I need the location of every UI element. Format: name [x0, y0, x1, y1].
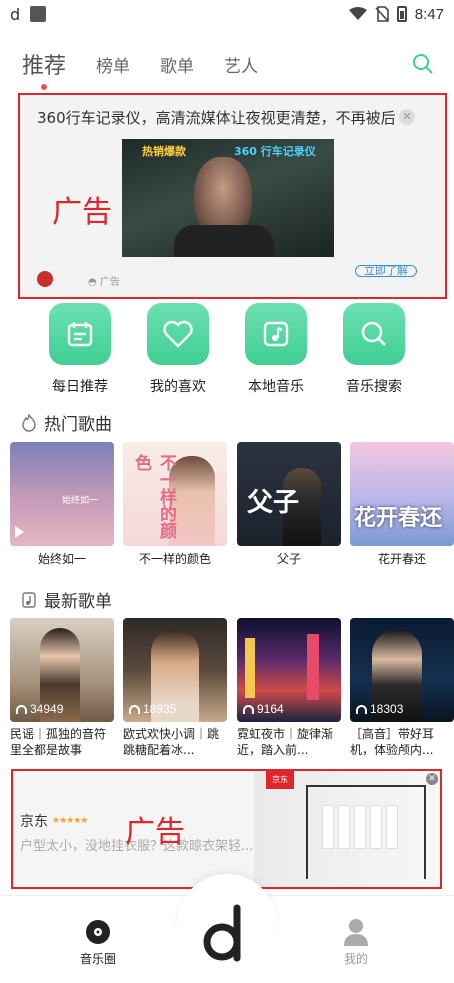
clock: 8:47 [414, 5, 444, 23]
hot-songs-title: 热门歌曲 [44, 415, 112, 435]
ad-brand: 京东 ★★★★★ [20, 814, 88, 830]
song-cover-title: 不一样的颜色 [131, 454, 176, 539]
no-sim-icon [375, 6, 389, 22]
song-name: 始终如一 [37, 552, 86, 566]
playlist-card[interactable]: 18935 欧式欢快小调｜跳跳糖配着冰... [123, 618, 227, 758]
headphones-icon [16, 704, 27, 714]
headphones-icon [243, 704, 254, 714]
calendar-icon [67, 322, 93, 347]
ad-person-body [174, 225, 274, 257]
new-playlists-heading: 最新歌单 [20, 587, 112, 612]
app-logo-play-button[interactable] [200, 904, 254, 962]
ad-cta-button[interactable]: 立即了解 [355, 265, 417, 277]
close-icon[interactable]: ✕ [426, 773, 438, 785]
search-icon [361, 321, 386, 346]
bottom-nav: 音乐圈 我的 [0, 874, 454, 983]
neon-sign [307, 634, 319, 700]
playlist-name: 欧式欢快小调｜跳跳糖配着冰... [123, 727, 220, 757]
ad-source-label: ◓ 广告 [88, 277, 120, 288]
play-count: 18303 [356, 702, 403, 716]
song-cover-title: 父子 [247, 488, 300, 518]
app-notification-icon: d [10, 4, 21, 24]
battery-icon [396, 6, 407, 22]
song-name: 不一样的颜色 [138, 552, 211, 566]
ad-video-thumbnail[interactable]: 热销爆款 360 行车记录仪 [122, 139, 334, 257]
ad-hot-tag: 热销爆款 [142, 145, 186, 158]
hot-songs-heading: 热门歌曲 [20, 410, 112, 435]
song-cover: 花开春还 [350, 442, 454, 546]
notification-square-icon [30, 6, 47, 22]
play-count: 34949 [16, 702, 63, 716]
nav-me-label: 我的 [343, 952, 368, 966]
playlist-icon [22, 591, 36, 608]
ad-banner-top[interactable]: 360行车记录仪，高清流媒体让夜视更清楚，不再被后 ✕ 热销爆款 360 行车记… [18, 93, 447, 299]
top-tab-bar: 推荐 榜单 歌单 艺人 [22, 44, 434, 90]
ad-product-image: 京东 ✕ [254, 771, 440, 887]
new-playlists-title: 最新歌单 [44, 592, 112, 612]
vinyl-record-icon [86, 920, 110, 944]
nav-music-circle[interactable]: 音乐圈 [58, 918, 138, 967]
close-icon[interactable]: ✕ [399, 109, 415, 125]
tab-recommend[interactable]: 推荐 [22, 48, 66, 90]
song-name: 花开春还 [377, 552, 426, 566]
playlist-cover: 9164 [237, 618, 341, 722]
nav-music-circle-label: 音乐圈 [79, 952, 116, 966]
song-card[interactable]: 父子 父子 [237, 442, 341, 567]
user-profile-icon [344, 919, 368, 946]
ad-marker-label: 广告 [125, 815, 185, 850]
play-icon[interactable] [15, 526, 24, 538]
music-note-icon [263, 321, 289, 347]
ad-banner-bottom[interactable]: 京东 ★★★★★ 户型太小，没地挂衣服？这款晾衣架轻... 广告 京东 ✕ [11, 769, 442, 889]
advertiser-logo [37, 271, 53, 287]
ad-product-tag: 360 行车记录仪 [234, 145, 316, 158]
heart-icon [163, 320, 193, 348]
quick-actions: 每日推荐 我的喜欢 本地音乐 音乐搜索 [0, 303, 454, 398]
music-search-label: 音乐搜索 [346, 379, 402, 395]
song-card[interactable]: 始终如一 始终如一 [10, 442, 114, 567]
wifi-icon [348, 7, 367, 20]
active-tab-dot [41, 84, 47, 90]
song-cover-title: 始终如一 [61, 496, 98, 506]
search-icon[interactable] [412, 53, 434, 75]
jd-badge: 京东 [266, 771, 294, 789]
hot-flame-icon [22, 413, 36, 432]
nav-me[interactable]: 我的 [316, 918, 396, 967]
rating-stars: ★★★★★ [52, 816, 88, 826]
song-card[interactable]: 不一样的颜色 不一样的颜色 [123, 442, 227, 567]
song-cover: 不一样的颜色 [123, 442, 227, 546]
my-favorites-button[interactable]: 我的喜欢 [133, 303, 223, 396]
tab-playlists[interactable]: 歌单 [160, 52, 194, 77]
song-cover-title: 花开春还 [354, 506, 443, 531]
tab-artists[interactable]: 艺人 [224, 52, 258, 77]
headphones-icon [356, 704, 367, 714]
my-favorites-label: 我的喜欢 [150, 379, 206, 395]
ad-marker-label: 广告 [52, 195, 112, 230]
playlist-card[interactable]: 9164 霓虹夜市｜旋律渐近，踏入前... [237, 618, 341, 758]
ad-headline: 360行车记录仪，高清流媒体让夜视更清楚，不再被后 [37, 109, 396, 127]
daily-recommend-label: 每日推荐 [52, 379, 108, 395]
playlist-card[interactable]: 18303 ［高音］带好耳机，体验颅内... [350, 618, 454, 758]
play-count: 18935 [129, 702, 176, 716]
song-card[interactable]: 花开春还 花开春还 [350, 442, 454, 567]
neon-sign [245, 638, 255, 698]
playlist-card[interactable]: 34949 民谣｜孤独的音符里全都是故事 [10, 618, 114, 758]
local-music-label: 本地音乐 [248, 379, 304, 395]
headphones-icon [129, 704, 140, 714]
daily-recommend-button[interactable]: 每日推荐 [35, 303, 125, 396]
clothes-rack [306, 785, 426, 879]
song-cover: 始终如一 [10, 442, 114, 546]
song-cover: 父子 [237, 442, 341, 546]
playlist-cover: 18303 [350, 618, 454, 722]
play-count: 9164 [243, 702, 284, 716]
local-music-button[interactable]: 本地音乐 [231, 303, 321, 396]
playlist-cover: 18935 [123, 618, 227, 722]
song-name: 父子 [276, 552, 301, 566]
playlist-name: ［高音］带好耳机，体验颅内... [350, 727, 435, 757]
tab-charts[interactable]: 榜单 [96, 52, 130, 77]
music-search-button[interactable]: 音乐搜索 [329, 303, 419, 396]
status-bar: d 8:47 [0, 0, 454, 28]
playlist-name: 霓虹夜市｜旋律渐近，踏入前... [237, 727, 334, 757]
playlist-cover: 34949 [10, 618, 114, 722]
playlist-name: 民谣｜孤独的音符里全都是故事 [10, 727, 107, 757]
